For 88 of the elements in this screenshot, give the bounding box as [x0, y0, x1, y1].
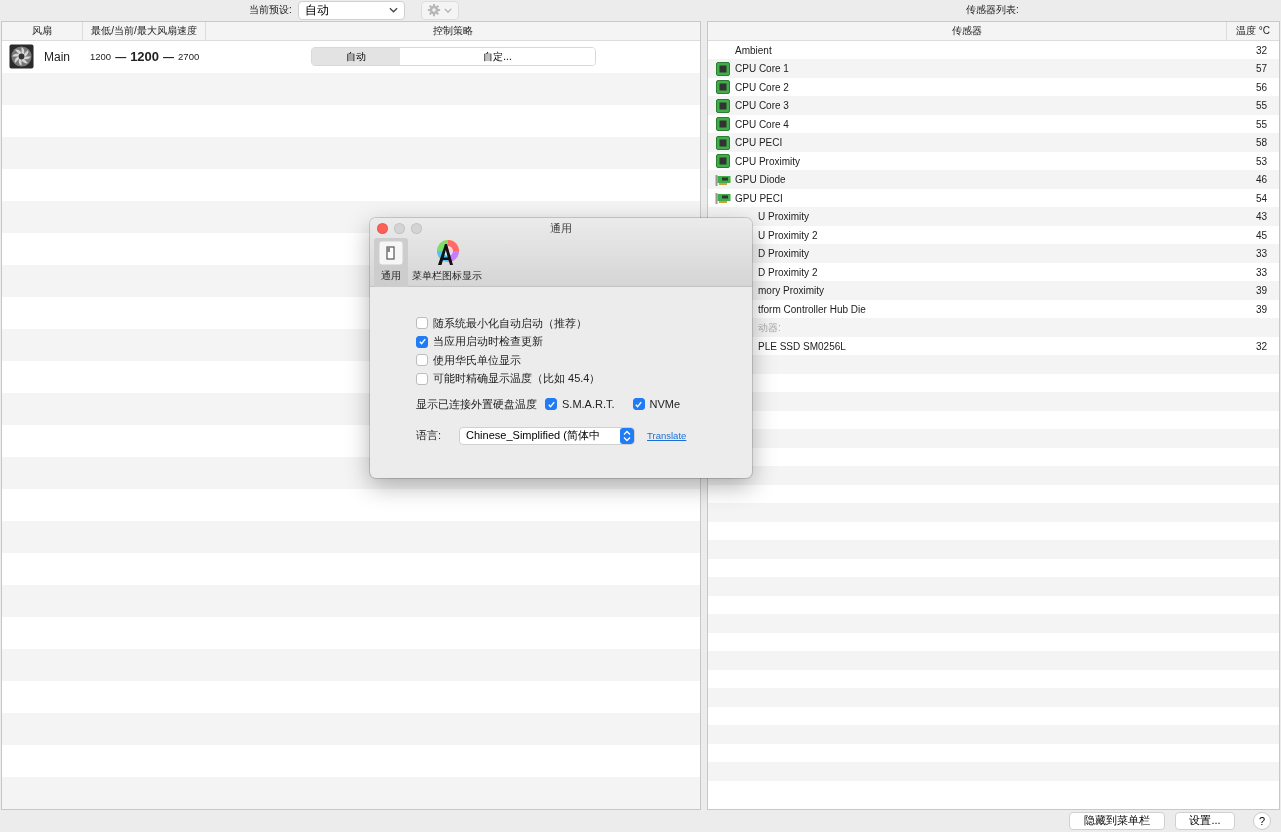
preferences-tab[interactable]: 菜单栏图标显示 [410, 238, 484, 287]
temperature-value: 43 [1254, 211, 1268, 223]
sensor-name: GPU Diode [735, 174, 787, 186]
column-header: 最低/当前/最大风扇速度 [83, 21, 206, 40]
checkbox[interactable] [632, 398, 645, 411]
fan-name: Main [44, 49, 70, 64]
column-header: 温度 °C [1235, 23, 1271, 38]
sensor-name: CPU Proximity [735, 155, 801, 167]
external-disk-label: 显示已连接外置硬盘温度 [416, 396, 537, 412]
temperature-value: 45 [1254, 229, 1268, 241]
temperature-value: 55 [1254, 118, 1268, 130]
preset-dropdown[interactable]: 自动 [297, 0, 405, 20]
temperature-value: 33 [1254, 266, 1268, 278]
temperature-value: 54 [1254, 192, 1268, 204]
translate-link[interactable]: Translate [647, 430, 687, 441]
checkbox-option[interactable]: NVMe [632, 395, 681, 414]
sensor-name: GPU PECI [735, 192, 784, 204]
language-label: 语言: [416, 428, 442, 443]
gear-icon [427, 3, 442, 18]
mode-segment[interactable]: 自动 [312, 48, 400, 66]
chip-icon [716, 117, 730, 132]
temperature-value: 32 [1254, 340, 1268, 352]
sensor-name: U Proximity 2 [757, 229, 819, 241]
chip-icon [716, 154, 730, 169]
switch-icon [377, 239, 405, 267]
sensor-name: tform Controller Hub Die [757, 303, 867, 315]
checkbox[interactable] [416, 372, 428, 385]
sensor-name: D Proximity [757, 248, 811, 260]
chip-icon [716, 135, 730, 150]
checkbox[interactable] [416, 335, 428, 348]
stepper-icon [620, 427, 635, 444]
checkbox-option[interactable]: 使用华氏单位显示 [416, 351, 752, 370]
preferences-tab[interactable]: 通用 [374, 238, 408, 287]
close-button[interactable] [377, 222, 388, 234]
column-header: 传感器 [708, 21, 1227, 40]
temperature-value: 57 [1254, 63, 1268, 75]
checkbox[interactable] [545, 398, 557, 411]
checkbox-option[interactable]: 当应用启动时检查更新 [416, 332, 752, 351]
zoom-button[interactable] [411, 222, 422, 234]
sensor-name: CPU Core 4 [735, 118, 790, 130]
gear-button[interactable] [420, 0, 459, 20]
graphics-card-icon [715, 192, 731, 205]
temperature-value: 58 [1254, 137, 1268, 149]
speed-separator: — [163, 50, 175, 63]
chevron-icon [444, 7, 453, 13]
checkbox-option[interactable]: 可能时精确显示温度（比如 45.4） [416, 369, 752, 388]
temperature-value: 33 [1254, 248, 1268, 260]
footer-button[interactable]: 隐藏到菜单栏 [1069, 811, 1165, 830]
chip-icon [716, 80, 730, 95]
checkbox-option[interactable]: S.M.A.R.T. [545, 395, 615, 414]
minimize-button[interactable] [394, 222, 405, 234]
checkbox-option[interactable]: 随系统最小化自动启动（推荐） [416, 314, 752, 333]
sensor-name: Ambient [735, 44, 773, 56]
sensor-name: U Proximity [757, 211, 811, 223]
sensor-name: CPU PECI [735, 137, 784, 149]
checkbox[interactable] [416, 317, 428, 330]
sensor-list-title: 传感器列表: [966, 4, 1019, 16]
dialog-title: 通用 [550, 220, 572, 236]
min-speed: 1200 [90, 51, 112, 63]
preset-label: 当前预设: [249, 3, 292, 18]
help-button[interactable]: ? [1253, 811, 1271, 830]
speed-separator: — [115, 50, 127, 63]
temperature-value: 56 [1254, 81, 1268, 93]
sensor-name: CPU Core 3 [735, 100, 790, 112]
fan-icon [9, 44, 34, 70]
footer-button[interactable]: 设置... [1175, 811, 1235, 830]
column-header: 控制策略 [432, 23, 474, 38]
sensor-name: CPU Core 1 [735, 63, 790, 75]
current-speed: 1200 [130, 49, 160, 65]
chip-icon [716, 61, 730, 76]
group-label: 动器: [757, 320, 782, 335]
temperature-value: 55 [1254, 100, 1268, 112]
temperature-value: 46 [1254, 174, 1268, 186]
max-speed: 2700 [178, 51, 200, 63]
sensor-name: mory Proximity [757, 285, 826, 297]
checkbox[interactable] [416, 354, 428, 367]
temperature-value: 53 [1254, 155, 1268, 167]
sensor-name: CPU Core 2 [735, 81, 790, 93]
temperature-value: 32 [1254, 44, 1268, 56]
column-header: 风扇 [2, 21, 83, 40]
temperature-value: 39 [1254, 303, 1268, 315]
language-select[interactable]: Chinese_Simplified (简体中 [459, 426, 636, 445]
chevron-icon [388, 7, 398, 14]
graphics-card-icon [715, 173, 731, 186]
temperature-value: 39 [1254, 285, 1268, 297]
chip-icon [716, 98, 730, 113]
sensor-name: D Proximity 2 [757, 266, 819, 278]
sensor-name: PLE SSD SM0256L [757, 340, 847, 352]
